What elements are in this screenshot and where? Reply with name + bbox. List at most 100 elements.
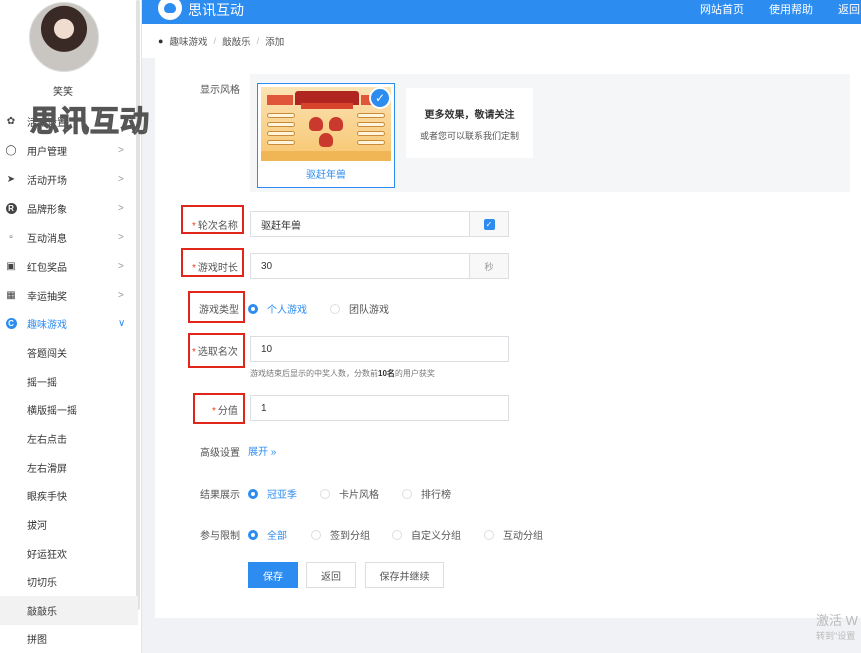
sidebar-subitem-label: 左右滑屏 [27, 464, 67, 475]
sidebar-subitem[interactable]: 拼图 [0, 624, 138, 653]
sidebar-item-label: 红包奖品 [27, 263, 67, 274]
sidebar-subitem[interactable]: 横版摇一摇 [0, 395, 138, 424]
sidebar-subitem-label: 敲敲乐 [27, 607, 57, 618]
sidebar-item-label: 趣味游戏 [27, 320, 67, 331]
sidebar-item-label: 品牌形象 [27, 205, 67, 216]
duration-label-text: 游戏时长 [197, 263, 238, 274]
round-name-checkbox-addon[interactable]: ✓ [469, 211, 509, 237]
radio-label: 冠亚季 [267, 490, 297, 501]
hint-text: 游戏结束后显示的中奖人数，分数前 [250, 369, 378, 378]
hint-bold: 10名 [378, 369, 395, 378]
save-continue-button[interactable]: 保存并继续 [365, 562, 444, 588]
duration-input[interactable]: 30 [250, 253, 470, 279]
radio-dot [248, 303, 258, 314]
sidebar-subitem[interactable]: 摇一摇 [0, 367, 138, 396]
breadcrumb-item[interactable]: 敲敲乐 [222, 34, 251, 48]
breadcrumb: ● 趣味游戏 / 敲敲乐 / 添加 [142, 24, 861, 58]
nav-home-link[interactable]: 网站首页 [700, 1, 744, 17]
app-title: 思讯互动 [188, 2, 244, 18]
sidebar-item-games[interactable]: C 趣味游戏 ∨ [0, 309, 138, 338]
radio-participation-signin[interactable]: 签到分组 [311, 527, 370, 542]
sidebar-subitem[interactable]: 左右滑屏 [0, 453, 138, 482]
breadcrumb-item[interactable]: 趣味游戏 [169, 34, 207, 48]
radio-participation-all[interactable]: 全部 [248, 527, 287, 542]
radio-label: 互动分组 [503, 531, 543, 542]
radio-label: 自定义分组 [411, 531, 461, 542]
chevron-right-icon: > [118, 290, 124, 301]
sidebar-subitem[interactable]: 好运狂欢 [0, 539, 138, 568]
radio-dot [311, 529, 321, 540]
sidebar-subitem-selected[interactable]: 敲敲乐 [0, 596, 138, 625]
score-input[interactable]: 1 [250, 395, 509, 421]
expand-advanced-link[interactable]: 展开 » [248, 443, 276, 458]
game-type-label: 游戏类型 [199, 305, 239, 316]
hint-text: 的用户获奖 [394, 369, 435, 378]
sidebar-subitem[interactable]: 拔河 [0, 510, 138, 539]
breadcrumb-separator: / [213, 35, 217, 47]
round-name-input[interactable]: 驱赶年兽 [250, 211, 470, 237]
style-option-name: 驱赶年兽 [306, 170, 346, 181]
radio-personal-game[interactable]: 个人游戏 [248, 301, 307, 316]
sidebar-subitem[interactable]: 眼疾手快 [0, 481, 138, 510]
pick-rank-label: * 选取名次 [192, 347, 238, 358]
top-bar: 思讯互动 网站首页 使用帮助 返回 [142, 0, 861, 24]
sidebar-subitem-label: 眼疾手快 [27, 492, 67, 503]
sidebar-subitem-label: 拔河 [27, 521, 47, 532]
radio-participation-interactive[interactable]: 互动分组 [484, 527, 543, 542]
score-label-text: 分值 [217, 406, 238, 417]
radio-result-card[interactable]: 卡片风格 [320, 486, 379, 501]
style-label: 显示风格 [200, 85, 240, 96]
sidebar-item-brand[interactable]: R 品牌形象 > [0, 194, 138, 223]
sidebar-item-label: 幸运抽奖 [27, 292, 67, 303]
nav-help-link[interactable]: 使用帮助 [769, 1, 813, 17]
sidebar-item-redpacket[interactable]: ▣ 红包奖品 > [0, 252, 138, 281]
radio-label: 排行榜 [421, 490, 451, 501]
sidebar-subitem[interactable]: 答题闯关 [0, 338, 138, 367]
more-styles-subtitle: 或者您可以联系我们定制 [419, 131, 519, 141]
radio-team-game[interactable]: 团队游戏 [330, 301, 389, 316]
style-option-card[interactable]: ✓ 驱赶年兽 [257, 83, 395, 188]
pick-rank-hint: 游戏结束后显示的中奖人数，分数前10名的用户获奖 [250, 368, 435, 379]
logo-icon [158, 0, 182, 20]
nav-back-link[interactable]: 返回 [838, 1, 860, 17]
duration-unit: 秒 [469, 253, 509, 279]
save-button[interactable]: 保存 [248, 562, 298, 588]
sidebar-item-users[interactable]: ◯ 用户管理 > [0, 136, 138, 165]
duration-label: * 游戏时长 [192, 263, 238, 274]
sidebar-subitem[interactable]: 切切乐 [0, 567, 138, 596]
avatar[interactable] [29, 2, 99, 72]
sidebar-item-opening[interactable]: ➤ 活动开场 > [0, 165, 138, 194]
chevron-right-icon: > [118, 203, 124, 214]
lottery-icon: ▦ [6, 290, 16, 301]
sidebar-subitem-label: 好运狂欢 [27, 550, 67, 561]
advanced-label: 高级设置 [200, 448, 240, 459]
sidebar-item-lottery[interactable]: ▦ 幸运抽奖 > [0, 281, 138, 310]
checkbox-checked-icon: ✓ [483, 218, 495, 230]
sidebar-item-messages[interactable]: ▫ 互动消息 > [0, 223, 138, 252]
radio-dot [248, 488, 258, 499]
sidebar-subitem-label: 左右点击 [27, 435, 67, 446]
sidebar-subitem-label: 拼图 [27, 635, 47, 646]
sidebar-item-label: 活动开场 [27, 176, 67, 187]
send-icon: ➤ [6, 174, 16, 185]
check-icon: ✓ [369, 87, 391, 109]
radio-dot [392, 529, 402, 540]
sidebar-subitem[interactable]: 左右点击 [0, 424, 138, 453]
radio-result-podium[interactable]: 冠亚季 [248, 486, 297, 501]
breadcrumb-separator: / [256, 35, 260, 47]
more-styles-title: 更多效果，敬请关注 [424, 110, 515, 121]
pick-rank-input[interactable]: 10 [250, 336, 509, 362]
chevron-right-icon: > [118, 145, 124, 156]
message-icon: ▫ [9, 232, 13, 243]
radio-participation-custom[interactable]: 自定义分组 [392, 527, 461, 542]
sidebar-item-label: 互动消息 [27, 234, 67, 245]
radio-label: 团队游戏 [349, 305, 389, 316]
back-button[interactable]: 返回 [306, 562, 356, 588]
chevron-right-icon: > [118, 232, 124, 243]
radio-dot [330, 303, 340, 314]
username: 笑笑 [53, 87, 73, 98]
activation-watermark-sub: 转到"设置 [816, 631, 856, 641]
game-icon: C [5, 318, 17, 330]
radio-result-ranking[interactable]: 排行榜 [402, 486, 451, 501]
radio-label: 签到分组 [330, 531, 370, 542]
